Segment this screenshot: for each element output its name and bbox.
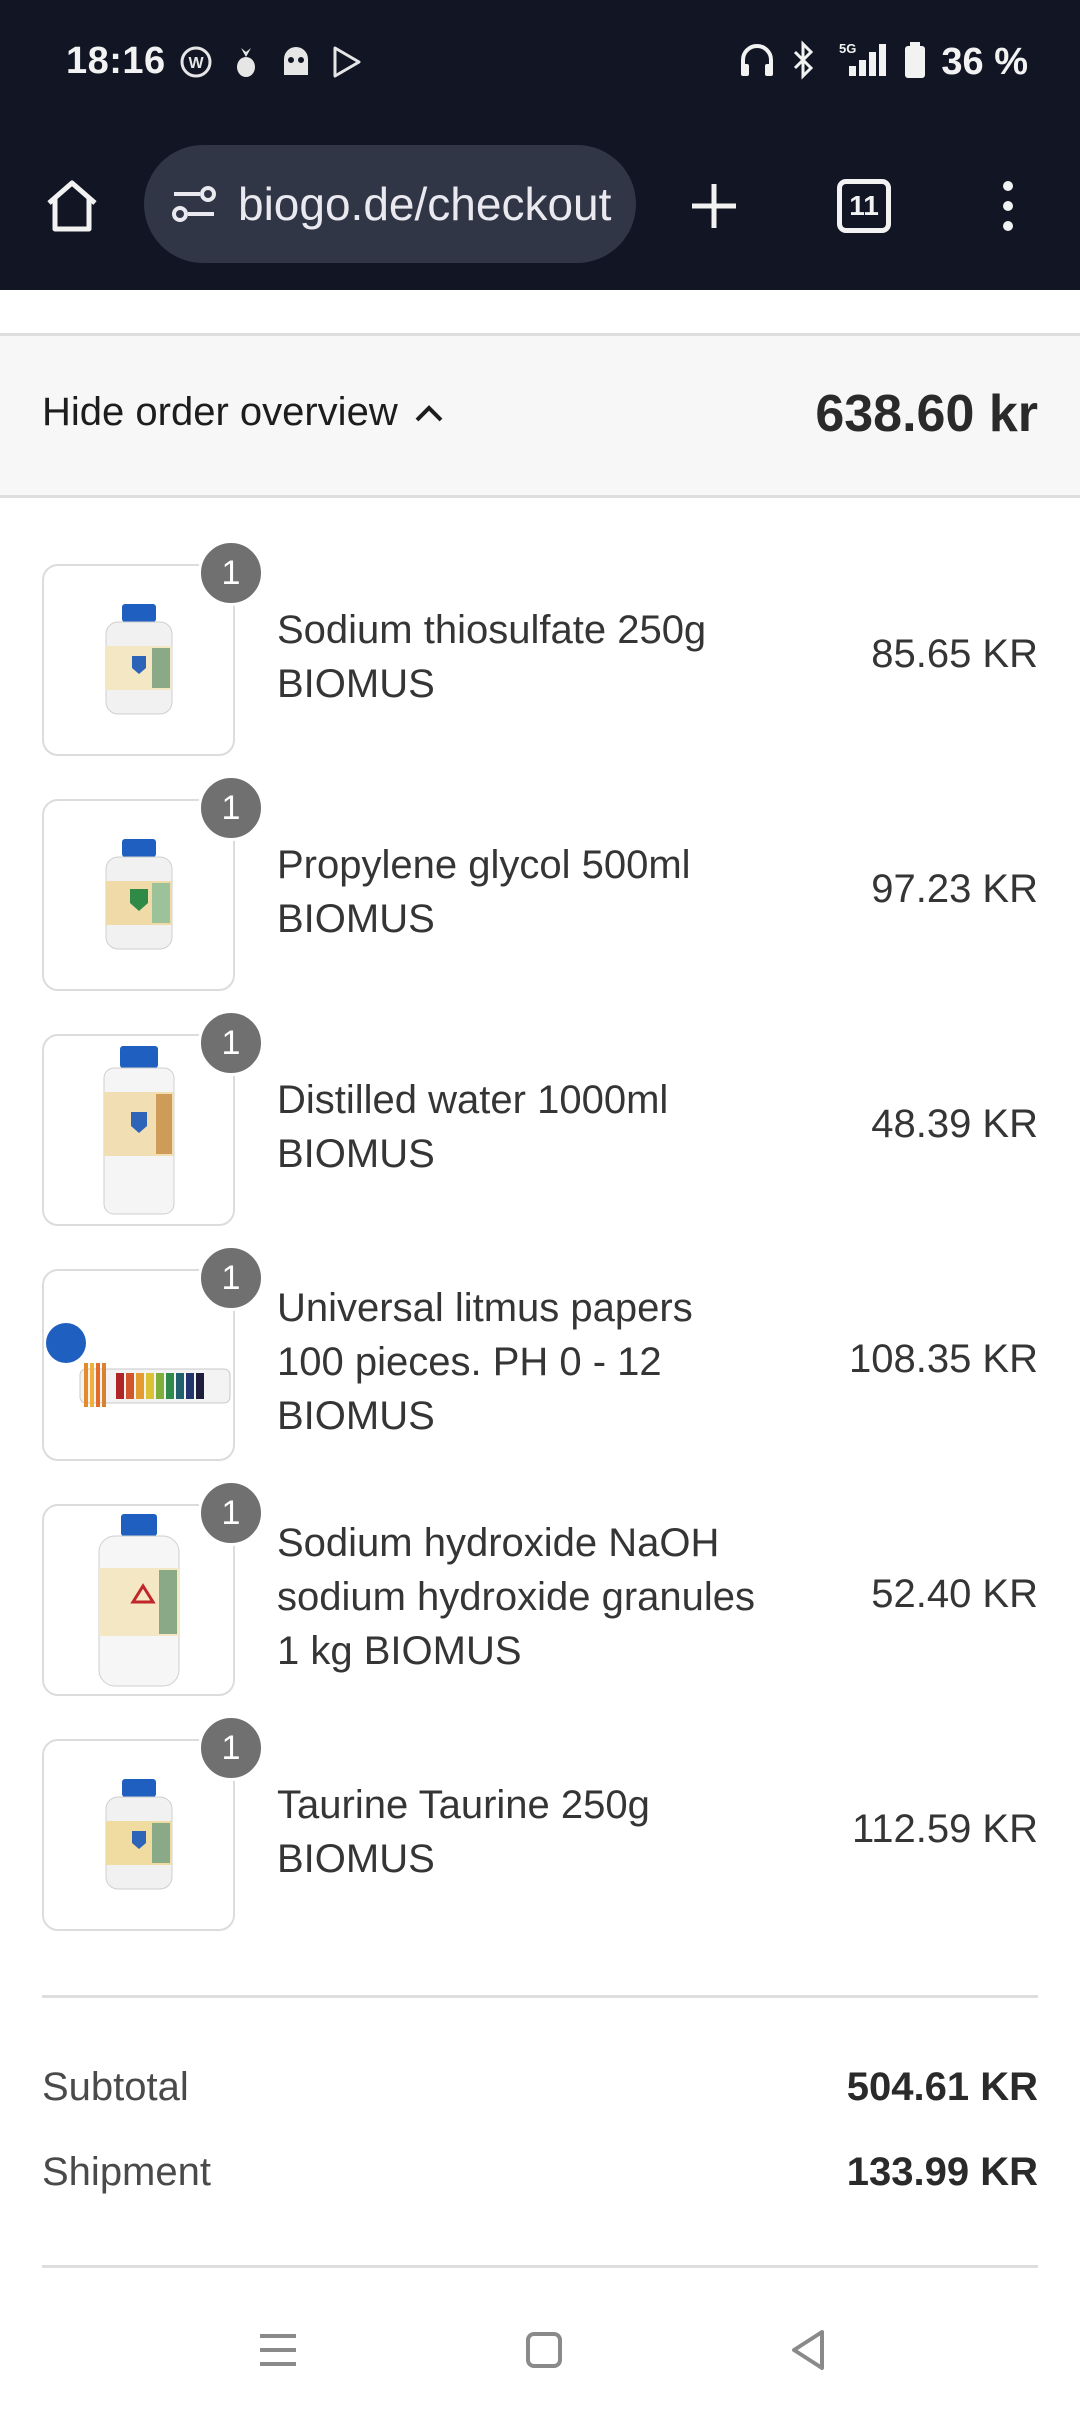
tab-count: 11 [837,179,891,233]
home-button[interactable] [32,166,112,246]
notification-icons: W [178,44,364,80]
order-overview-header[interactable]: Hide order overview 638.60 kr [0,336,1080,498]
quantity-badge: 1 [198,1245,264,1311]
order-item: 1 Sodium hydroxide NaOH sodium hydroxide… [0,1480,1080,1715]
url-bar[interactable]: biogo.de/checkout [144,145,636,263]
status-time: 18:16 [66,40,166,82]
back-triangle-icon [792,2330,824,2370]
item-price: 112.59 KR [851,1807,1038,1851]
item-price: 108.35 KR [848,1337,1038,1381]
order-item: 1 Universal litmus papers 100 pieces. PH… [0,1245,1080,1480]
recent-apps-button[interactable] [242,2314,314,2386]
item-price: 52.40 KR [871,1572,1038,1616]
system-status: 5G 36 % [737,40,1028,85]
headphones-icon [737,40,777,85]
chevron-up-icon [412,396,446,430]
order-item: 1 Sodium thiosulfate 250g BIOMUS 85.65 K… [0,540,1080,775]
home-icon [47,180,97,232]
item-name: Sodium hydroxide NaOH sodium hydroxide g… [277,1521,756,1673]
pineapple-icon [228,44,264,80]
back-button[interactable] [772,2314,844,2386]
order-item: 1 Taurine Taurine 250g BIOMUS 112.59 KR [0,1715,1080,1950]
battery-level: 36 % [941,41,1028,83]
order-overview-toggle-label[interactable]: Hide order overview [42,390,398,435]
w-badge-icon: W [178,44,214,80]
subtotal-row: Subtotal 504.61 KR [42,2065,1038,2110]
signal-icon: 5G [831,40,889,85]
order-item: 1 Distilled water 1000ml BIOMUS 48.39 KR [0,1010,1080,1245]
order-overview-toggle[interactable]: Hide order overview [42,390,446,435]
url-text[interactable]: biogo.de/checkout [238,177,611,231]
battery-icon [903,40,927,85]
item-price: 48.39 KR [871,1102,1038,1146]
divider [42,2265,1038,2268]
shipment-row: Shipment 133.99 KR [42,2150,1038,2195]
play-store-icon [328,44,364,80]
quantity-badge: 1 [198,540,264,606]
item-price: 85.65 KR [871,632,1038,676]
item-name: Taurine Taurine 250g BIOMUS [277,1783,650,1881]
order-total: 638.60 kr [815,385,1038,443]
divider [42,1995,1038,1998]
subtotal-label: Subtotal [42,2065,189,2109]
item-name: Sodium thiosulfate 250g BIOMUS [277,608,707,706]
plus-icon [692,184,736,228]
item-name: Universal litmus papers 100 pieces. PH 0… [277,1286,693,1438]
system-nav-bar [0,2286,1080,2414]
item-name: Distilled water 1000ml BIOMUS [277,1078,669,1176]
home-nav-button[interactable] [508,2314,580,2386]
ghost-icon [278,44,314,80]
svg-text:W: W [188,55,204,72]
subtotal-value: 504.61 KR [846,2065,1038,2109]
quantity-badge: 1 [198,1010,264,1076]
quantity-badge: 1 [198,1715,264,1781]
new-tab-button[interactable] [674,166,754,246]
browser-toolbar: biogo.de/checkout 11 [0,128,1080,290]
svg-text:5G: 5G [839,41,856,56]
bluetooth-icon [791,40,817,85]
item-name: Propylene glycol 500ml BIOMUS [277,843,691,941]
quantity-badge: 1 [198,775,264,841]
tab-switcher-button[interactable]: 11 [824,166,904,246]
status-bar: 18:16 W 5G 36 % [0,0,1080,128]
quantity-badge: 1 [198,1480,264,1546]
menu-icon [260,2334,296,2366]
browser-menu-button[interactable] [968,166,1048,246]
more-vert-icon [1003,181,1013,231]
site-settings-icon[interactable] [168,178,220,230]
order-item: 1 Propylene glycol 500ml BIOMUS 97.23 KR [0,775,1080,1010]
square-icon [526,2332,562,2368]
shipment-label: Shipment [42,2150,211,2194]
shipment-value: 133.99 KR [846,2150,1038,2194]
item-price: 97.23 KR [871,867,1038,911]
